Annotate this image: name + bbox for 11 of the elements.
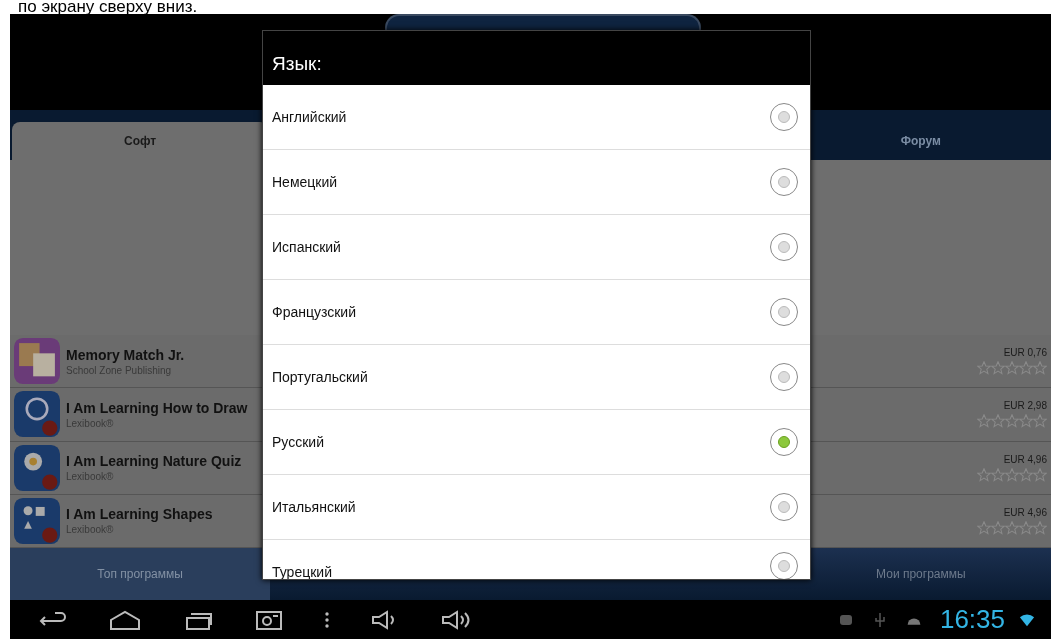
price-text: EUR 4,96 bbox=[1003, 453, 1047, 465]
app-name: I Am Learning Nature Quiz bbox=[66, 453, 242, 470]
caption-text: по экрану сверху вниз. bbox=[17, 0, 199, 14]
app-name: I Am Learning How to Draw bbox=[66, 399, 248, 416]
price-text: EUR 0,76 bbox=[1003, 347, 1047, 359]
app-name: I Am Learning Shapes bbox=[66, 506, 213, 523]
app-name: Memory Match Jr. bbox=[66, 346, 185, 363]
price-text: EUR 4,96 bbox=[1003, 506, 1047, 518]
dialog-title: Язык: bbox=[263, 31, 810, 85]
price-text: EUR 2,98 bbox=[1003, 400, 1047, 412]
clock-text: 16:35 bbox=[939, 604, 1005, 635]
